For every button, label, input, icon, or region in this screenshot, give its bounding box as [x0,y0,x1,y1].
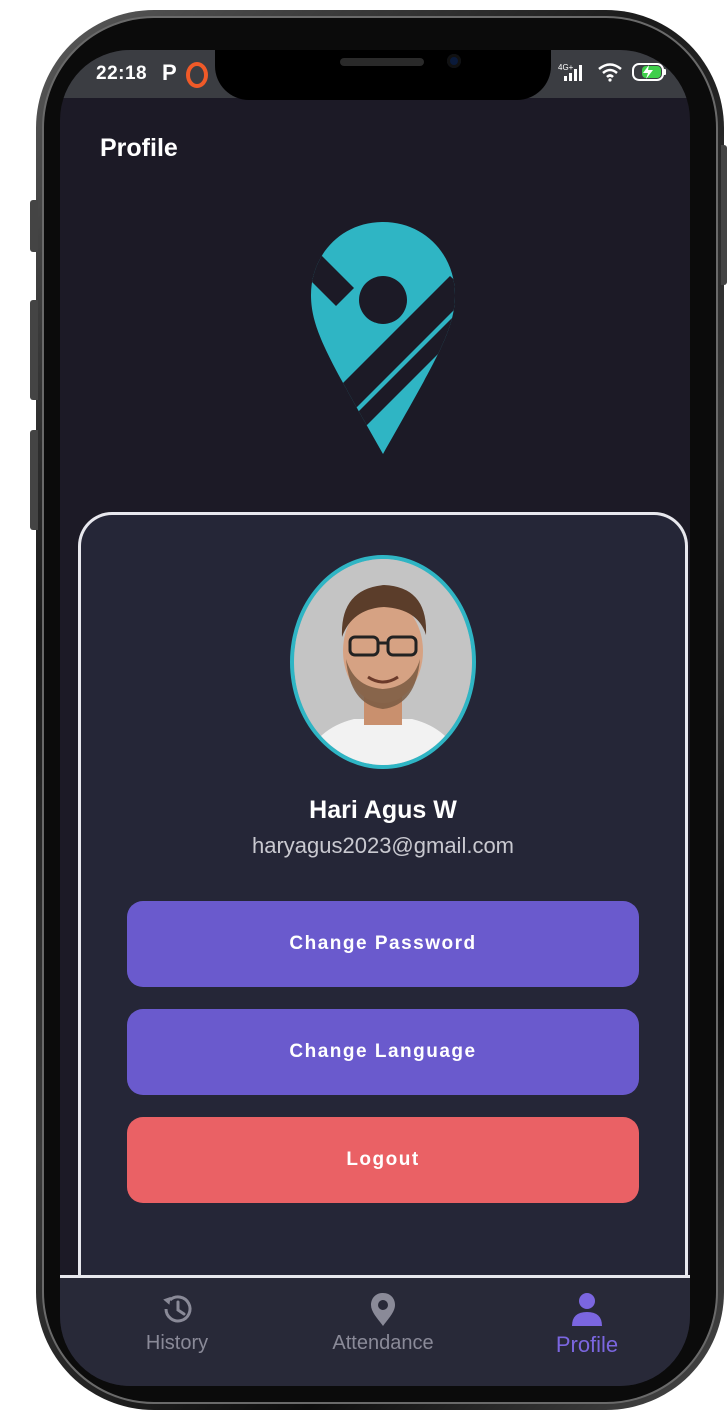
profile-card: Hari Agus W haryagus2023@gmail.com Chang… [78,512,688,1312]
nav-item-profile[interactable]: Profile [507,1290,667,1370]
app-logo-icon [311,222,455,454]
change-password-button[interactable]: Change Password [127,901,639,987]
mute-switch [30,200,38,252]
carrier-p-icon: P [162,60,177,85]
network-type-label: 4G+ [558,63,574,72]
avatar[interactable] [290,555,476,769]
person-icon [572,1293,602,1326]
history-icon [163,1295,192,1323]
battery-charging-icon [632,63,666,81]
speaker-grille [340,58,424,66]
power-button [721,145,727,285]
status-icons: 4G+ [558,61,668,83]
nav-label-history: History [145,1332,209,1354]
device-mockup: 22:18 P 4G+ Profile Hari Agus W haryagus… [0,0,727,1414]
nav-label-attendance: Attendance [332,1332,434,1354]
avatar-portrait [294,559,472,765]
front-camera [447,54,461,68]
logout-button[interactable]: Logout [127,1117,639,1203]
status-bar: 22:18 P 4G+ [60,50,690,100]
volume-down-button [30,430,38,530]
bottom-navigation: History Attendance Profile [60,1275,690,1386]
status-time: 22:18 [96,63,148,84]
volume-up-button [30,300,38,400]
notification-ring-icon [186,62,208,88]
phone-notch [215,50,551,100]
user-name: Hari Agus W [309,796,457,824]
nav-label-profile: Profile [555,1332,619,1357]
location-pin-icon [371,1293,395,1326]
nav-item-history[interactable]: History [97,1290,257,1370]
app-screen: 22:18 P 4G+ Profile Hari Agus W haryagus… [60,50,690,1386]
change-language-button[interactable]: Change Language [127,1009,639,1095]
signal-icon: 4G+ [558,63,582,81]
wifi-icon [598,63,622,82]
nav-item-attendance[interactable]: Attendance [303,1290,463,1370]
user-email: haryagus2023@gmail.com [251,833,515,858]
page-title: Profile [100,134,178,162]
